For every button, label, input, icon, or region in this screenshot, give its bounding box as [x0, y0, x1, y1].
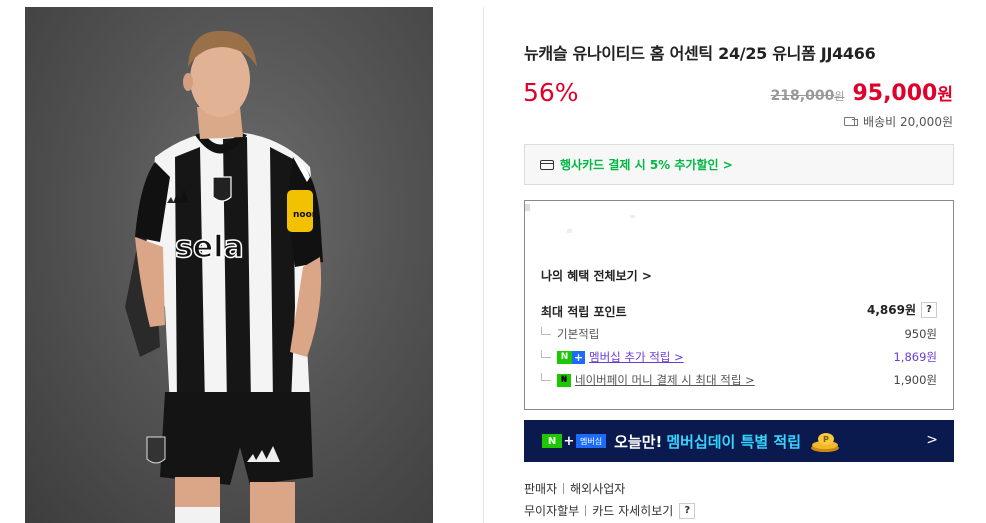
loading-placeholder [525, 204, 530, 211]
points-row-value: 1,900원 [893, 373, 937, 387]
original-price-unit: 원 [834, 90, 845, 103]
membership-extra-points-link[interactable]: 멤버십 추가 적립 > [589, 349, 684, 365]
shirt-sponsor: sela [175, 230, 244, 265]
benefit-panel: 나의 혜택 전체보기 > 최대 적립 포인트 4,869원 ? 기본적립 950… [524, 200, 954, 410]
tree-branch-icon [541, 327, 551, 335]
naverpay-points-link[interactable]: 네이버페이 머니 결제 시 최대 적립 > [575, 372, 755, 388]
divider [585, 505, 587, 516]
banner-main-text: 멤버십데이 특별 적립 [666, 432, 801, 451]
sale-price: 95,000원 [852, 80, 953, 106]
points-row-value: 950원 [904, 327, 937, 341]
banner-today-text: 오늘만! [614, 432, 663, 451]
max-points-value: 4,869원 [867, 303, 916, 317]
seller-label: 판매자 [524, 482, 558, 496]
installment-label: 무이자할부 [524, 504, 580, 518]
original-price-amount: 218,000 [770, 88, 835, 104]
points-row-membership: N + 멤버십 추가 적립 > 1,869원 [541, 348, 937, 366]
membership-tag: 멤버십 [576, 434, 607, 448]
tree-branch-icon [541, 373, 551, 381]
help-icon[interactable]: ? [921, 301, 937, 318]
sleeve-sponsor: noon [293, 210, 318, 220]
plus-icon: + [572, 350, 585, 364]
chevron-right-icon: > [926, 432, 938, 448]
max-points-label: 최대 적립 포인트 [541, 305, 627, 319]
points-row-label: 기본적립 [557, 327, 600, 341]
points-row-naverpay: ₦ 네이버페이 머니 결제 시 최대 적립 > 1,900원 [541, 371, 937, 389]
shipping-fee-text: 배송비 20,000원 [863, 115, 953, 129]
sale-price-unit: 원 [937, 85, 953, 105]
plus-icon: + [562, 433, 576, 449]
points-row-base: 기본적립 950원 [541, 325, 937, 343]
product-image[interactable]: noon sela [25, 7, 433, 523]
membership-day-banner[interactable]: N + 멤버십 오늘만! 멤버십데이 특별 적립 P > [524, 420, 954, 462]
help-icon[interactable]: ? [679, 502, 696, 519]
card-discount-promo[interactable]: 행사카드 결제 시 5% 추가할인 > [524, 144, 954, 185]
view-all-benefits-link[interactable]: 나의 혜택 전체보기 > [541, 267, 652, 284]
shipping-fee: 배송비 20,000원 [844, 113, 953, 130]
player-illustration: noon sela [125, 30, 323, 523]
naver-n-icon: N [542, 434, 562, 448]
naverpay-icon: ₦ [557, 373, 571, 387]
column-divider [483, 7, 484, 523]
points-row-value: 1,869원 [893, 350, 937, 364]
max-points-total: 4,869원 ? [867, 301, 937, 318]
truck-icon [844, 116, 859, 127]
coins-icon: P [809, 430, 841, 452]
naver-n-icon: N [557, 350, 572, 364]
installment-info: 무이자할부 카드 자세히보기 ? [524, 502, 696, 519]
loading-placeholder [567, 229, 572, 233]
svg-text:P: P [823, 435, 829, 444]
card-detail-link[interactable]: 카드 자세히보기 [592, 502, 673, 519]
tree-branch-icon [541, 350, 551, 358]
seller-type: 해외사업자 [570, 482, 626, 496]
original-price: 218,000원 [771, 88, 845, 104]
card-discount-text: 행사카드 결제 시 5% 추가할인 > [560, 158, 733, 172]
divider [563, 483, 565, 494]
sale-price-amount: 95,000 [852, 81, 938, 106]
product-title: 뉴캐슬 유나이티드 홈 어센틱 24/25 유니폼 JJ4466 [524, 44, 876, 63]
price-row: 218,000원 95,000원 [771, 80, 953, 106]
discount-rate: 56% [523, 78, 579, 107]
credit-card-icon [540, 159, 554, 170]
loading-placeholder [630, 215, 635, 218]
seller-info: 판매자 해외사업자 [524, 480, 625, 497]
